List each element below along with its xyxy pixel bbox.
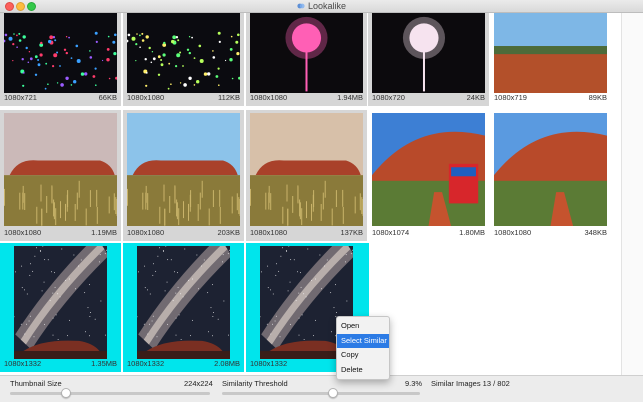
image-cell[interactable]: 1080x1080 137KB (246, 110, 367, 241)
image-dimensions: 1080x1080 (494, 228, 532, 237)
image-file-size: 1.19MB (91, 228, 117, 237)
image-thumbnail[interactable] (4, 13, 117, 93)
similarity-threshold-label: Similarity Threshold (222, 379, 288, 388)
window-title: Lookalike (0, 1, 643, 11)
similarity-threshold-slider-knob[interactable] (327, 388, 338, 398)
image-cell[interactable]: 1080x719 89KB (490, 13, 611, 106)
bottom-toolbar: Thumbnail Size 224x224 Similarity Thresh… (0, 375, 643, 402)
image-dimensions: 1080x1080 (250, 93, 288, 102)
thumbnail-size-value: 224x224 (184, 379, 213, 388)
image-file-size: 112KB (218, 93, 240, 102)
image-thumbnail[interactable] (372, 13, 485, 93)
image-file-size: 66KB (98, 93, 117, 102)
context-menu-item[interactable]: Copy (337, 348, 389, 363)
image-thumbnail[interactable] (250, 13, 363, 93)
image-dimensions: 1080x1332 (127, 359, 165, 368)
image-cell[interactable]: 1080x1080 1.94MB (246, 13, 367, 106)
context-menu-item[interactable]: Delete (337, 363, 389, 378)
image-file-size: 24KB (466, 93, 485, 102)
similarity-threshold-value: 9.3% (405, 379, 423, 388)
image-dimensions: 1080x1332 (4, 359, 42, 368)
image-dimensions: 1080x1074 (372, 228, 410, 237)
image-thumbnail[interactable] (4, 113, 117, 226)
image-meta: 1080x1080 203KB (127, 228, 240, 239)
window-title-text: Lookalike (307, 1, 347, 11)
image-file-size: 1.94MB (337, 93, 363, 102)
image-meta: 1080x1074 1.80MB (372, 228, 485, 239)
image-file-size: 348KB (584, 228, 607, 237)
image-dimensions: 1080x1080 (4, 228, 42, 237)
similarity-threshold-slider[interactable] (222, 392, 420, 395)
thumbnail-size-slider-knob[interactable] (61, 388, 71, 398)
title-bar: Lookalike (0, 0, 643, 13)
thumbnail-size-slider[interactable] (10, 392, 210, 395)
vertical-scrollbar[interactable] (621, 13, 643, 375)
context-menu-item[interactable]: Select Similar (337, 333, 389, 348)
image-meta: 1080x1080 137KB (250, 228, 363, 239)
image-file-size: 2.08MB (214, 359, 240, 368)
image-dimensions: 1080x721 (4, 93, 37, 102)
context-menu-item[interactable]: Open (337, 319, 389, 334)
image-file-size: 137KB (340, 228, 363, 237)
image-thumbnail[interactable] (494, 13, 607, 93)
image-file-size: 1.35MB (91, 359, 117, 368)
image-thumbnail[interactable] (137, 246, 230, 359)
thumbnail-size-label: Thumbnail Size (10, 379, 62, 388)
image-file-size: 203KB (217, 228, 240, 237)
image-meta: 1080x719 89KB (494, 93, 607, 104)
image-cell[interactable]: 1080x721 66KB (0, 13, 121, 106)
context-menu: Open Select Similar Copy Delete (336, 316, 390, 380)
image-cell[interactable]: 1080x1080 1.19MB (0, 110, 121, 241)
image-thumbnail[interactable] (14, 246, 107, 359)
image-meta: 1080x1332 1.35MB (4, 359, 117, 370)
image-dimensions: 1080x1080 (127, 228, 165, 237)
image-meta: 1080x1080 1.19MB (4, 228, 117, 239)
image-grid[interactable]: 1080x721 66KB 1080x1080 112KB 1080x1080 1.94M… (0, 13, 621, 375)
image-meta: 1080x720 24KB (372, 93, 485, 104)
image-dimensions: 1080x1332 (250, 359, 288, 368)
app-icon (297, 3, 305, 9)
image-cell[interactable]: 1080x1332 2.08MB (123, 243, 244, 372)
image-thumbnail[interactable] (127, 13, 240, 93)
image-meta: 1080x721 66KB (4, 93, 117, 104)
similar-images-count: Similar Images 13 / 802 (431, 379, 510, 388)
image-cell[interactable]: 1080x1080 112KB (123, 13, 244, 106)
image-cell[interactable]: 1080x1080 203KB (123, 110, 244, 241)
image-meta: 1080x1080 112KB (127, 93, 240, 104)
image-thumbnail[interactable] (250, 113, 363, 226)
image-file-size: 1.80MB (459, 228, 485, 237)
image-meta: 1080x1332 2.08MB (127, 359, 240, 370)
image-dimensions: 1080x720 (372, 93, 405, 102)
image-thumbnail[interactable] (372, 113, 485, 226)
image-meta: 1080x1080 348KB (494, 228, 607, 239)
image-cell[interactable]: 1080x1332 1.35MB (0, 243, 121, 372)
image-cell[interactable]: 1080x1080 348KB (490, 110, 611, 241)
image-cell[interactable]: 1080x720 24KB (368, 13, 489, 106)
image-meta: 1080x1080 1.94MB (250, 93, 363, 104)
image-dimensions: 1080x719 (494, 93, 527, 102)
image-file-size: 89KB (588, 93, 607, 102)
image-dimensions: 1080x1080 (250, 228, 288, 237)
image-thumbnail[interactable] (127, 113, 240, 226)
image-cell[interactable]: 1080x1074 1.80MB (368, 110, 489, 241)
image-thumbnail[interactable] (494, 113, 607, 226)
image-dimensions: 1080x1080 (127, 93, 165, 102)
